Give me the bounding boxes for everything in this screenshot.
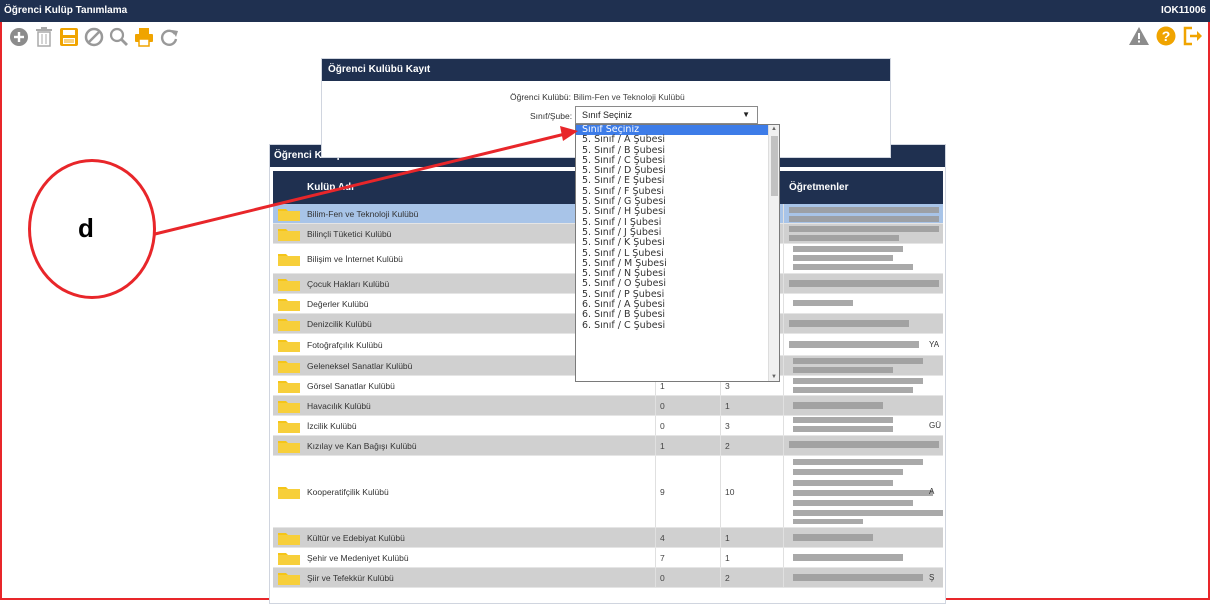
annotation-arrow — [154, 126, 578, 236]
